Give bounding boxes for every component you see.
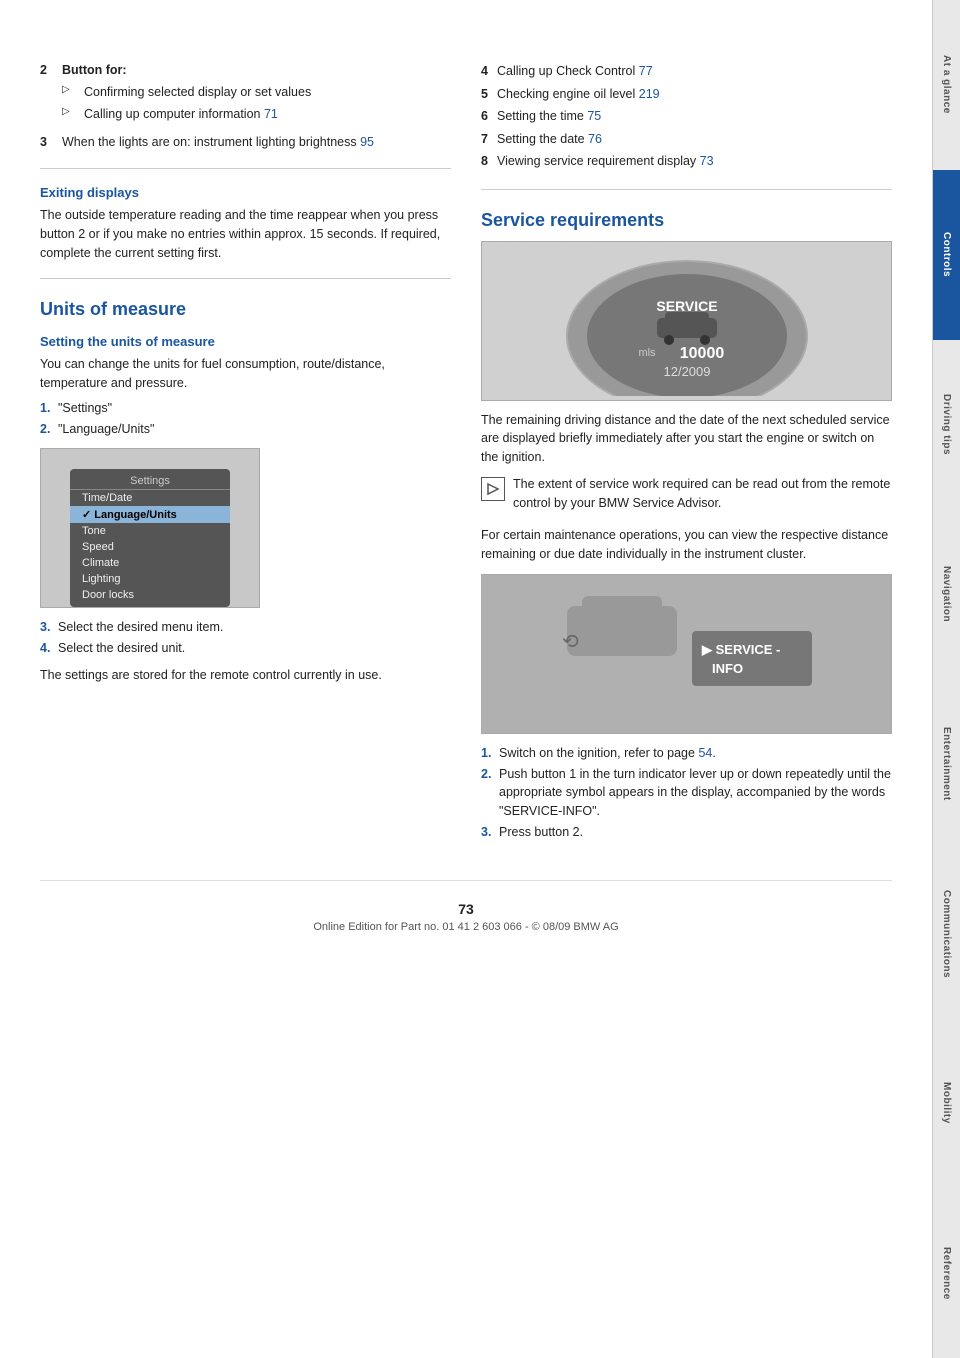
tab-mobility[interactable]: Mobility xyxy=(932,1019,960,1189)
service-requirements-heading: Service requirements xyxy=(481,210,892,231)
tab-communications[interactable]: Communications xyxy=(932,849,960,1019)
service-text-2: For certain maintenance operations, you … xyxy=(481,526,892,564)
menu-item-tone: Tone xyxy=(70,523,230,539)
rc-item-5: 5 Checking engine oil level 219 xyxy=(481,83,892,106)
bullet-confirming: Confirming selected display or set value… xyxy=(62,82,451,102)
menu-item-door-locks: Door locks xyxy=(70,587,230,603)
tab-entertainment[interactable]: Entertainment xyxy=(932,679,960,849)
tab-navigation[interactable]: Navigation xyxy=(932,509,960,679)
rc-item-4: 4 Calling up Check Control 77 xyxy=(481,60,892,83)
tab-reference[interactable]: Reference xyxy=(932,1188,960,1358)
units-of-measure-heading: Units of measure xyxy=(40,299,451,320)
intro-item-2: 2 Button for: Confirming selected displa… xyxy=(40,60,451,124)
rc-item-8: 8 Viewing service requirement display 73 xyxy=(481,150,892,173)
rc-item-6: 6 Setting the time 75 xyxy=(481,105,892,128)
units-step-4: 4. Select the desired unit. xyxy=(40,639,451,658)
menu-item-lighting: Lighting xyxy=(70,571,230,587)
tab-driving-tips[interactable]: Driving tips xyxy=(932,340,960,510)
units-text: You can change the units for fuel consum… xyxy=(40,355,451,393)
svg-text:mls: mls xyxy=(638,347,656,359)
units-footer: The settings are stored for the remote c… xyxy=(40,666,451,685)
units-step-1: 1. "Settings" xyxy=(40,399,451,418)
bullet-calling: Calling up computer information 71 xyxy=(62,104,451,124)
service-info-svg: ⟲ ▶ SERVICE - INFO xyxy=(547,576,827,731)
note-icon xyxy=(481,477,505,501)
intro-item-3: 3 When the lights are on: instrument lig… xyxy=(40,132,451,152)
page-footer: 73 Online Edition for Part no. 01 41 2 6… xyxy=(40,880,892,943)
service-text-1: The remaining driving distance and the d… xyxy=(481,411,892,467)
units-step-3: 3. Select the desired menu item. xyxy=(40,618,451,637)
rc-item-7: 7 Setting the date 76 xyxy=(481,128,892,151)
note-text: The extent of service work required can … xyxy=(513,475,892,513)
right-tabs: At a glance Controls Driving tips Naviga… xyxy=(932,0,960,1358)
left-column: 2 Button for: Confirming selected displa… xyxy=(40,60,451,850)
settings-menu-image: Settings Time/Date ✓ Language/Units Tone… xyxy=(40,448,260,608)
item-3-num: 3 xyxy=(40,132,47,152)
item-2-num: 2 xyxy=(40,60,47,80)
menu-item-time-date: Time/Date xyxy=(70,490,230,506)
service-gauge-svg: SERVICE mls 10000 12/2009 xyxy=(547,246,827,396)
svg-text:▶ SERVICE -: ▶ SERVICE - xyxy=(701,642,780,657)
exiting-displays-heading: Exiting displays xyxy=(40,185,451,200)
footer-text: Online Edition for Part no. 01 41 2 603 … xyxy=(40,921,892,933)
units-step-2: 2. "Language/Units" xyxy=(40,420,451,439)
service-step-1: 1. Switch on the ignition, refer to page… xyxy=(481,744,892,763)
service-step-2: 2. Push button 1 in the turn indicator l… xyxy=(481,765,892,821)
tab-controls[interactable]: Controls xyxy=(932,170,960,340)
play-icon-svg xyxy=(486,482,500,496)
settings-menu: Settings Time/Date ✓ Language/Units Tone… xyxy=(70,469,230,607)
menu-item-speed: Speed xyxy=(70,539,230,555)
exiting-displays-text: The outside temperature reading and the … xyxy=(40,206,451,262)
tab-at-a-glance[interactable]: At a glance xyxy=(932,0,960,170)
note-box: The extent of service work required can … xyxy=(481,475,892,519)
svg-text:SERVICE: SERVICE xyxy=(656,298,717,314)
svg-text:10000: 10000 xyxy=(679,345,724,362)
page-number: 73 xyxy=(40,901,892,917)
service-info-image: ⟲ ▶ SERVICE - INFO xyxy=(481,574,892,734)
service-step-3: 3. Press button 2. xyxy=(481,823,892,842)
right-column: 4 Calling up Check Control 77 5 Checking… xyxy=(481,60,892,850)
svg-text:⟲: ⟲ xyxy=(562,631,579,653)
svg-text:12/2009: 12/2009 xyxy=(663,364,710,379)
menu-item-climate: Climate xyxy=(70,555,230,571)
svg-text:INFO: INFO xyxy=(712,661,743,676)
service-display-image: SERVICE mls 10000 12/2009 xyxy=(481,241,892,401)
units-subheading: Setting the units of measure xyxy=(40,334,451,349)
settings-menu-title: Settings xyxy=(70,473,230,490)
menu-item-language-units: ✓ Language/Units xyxy=(70,506,230,523)
